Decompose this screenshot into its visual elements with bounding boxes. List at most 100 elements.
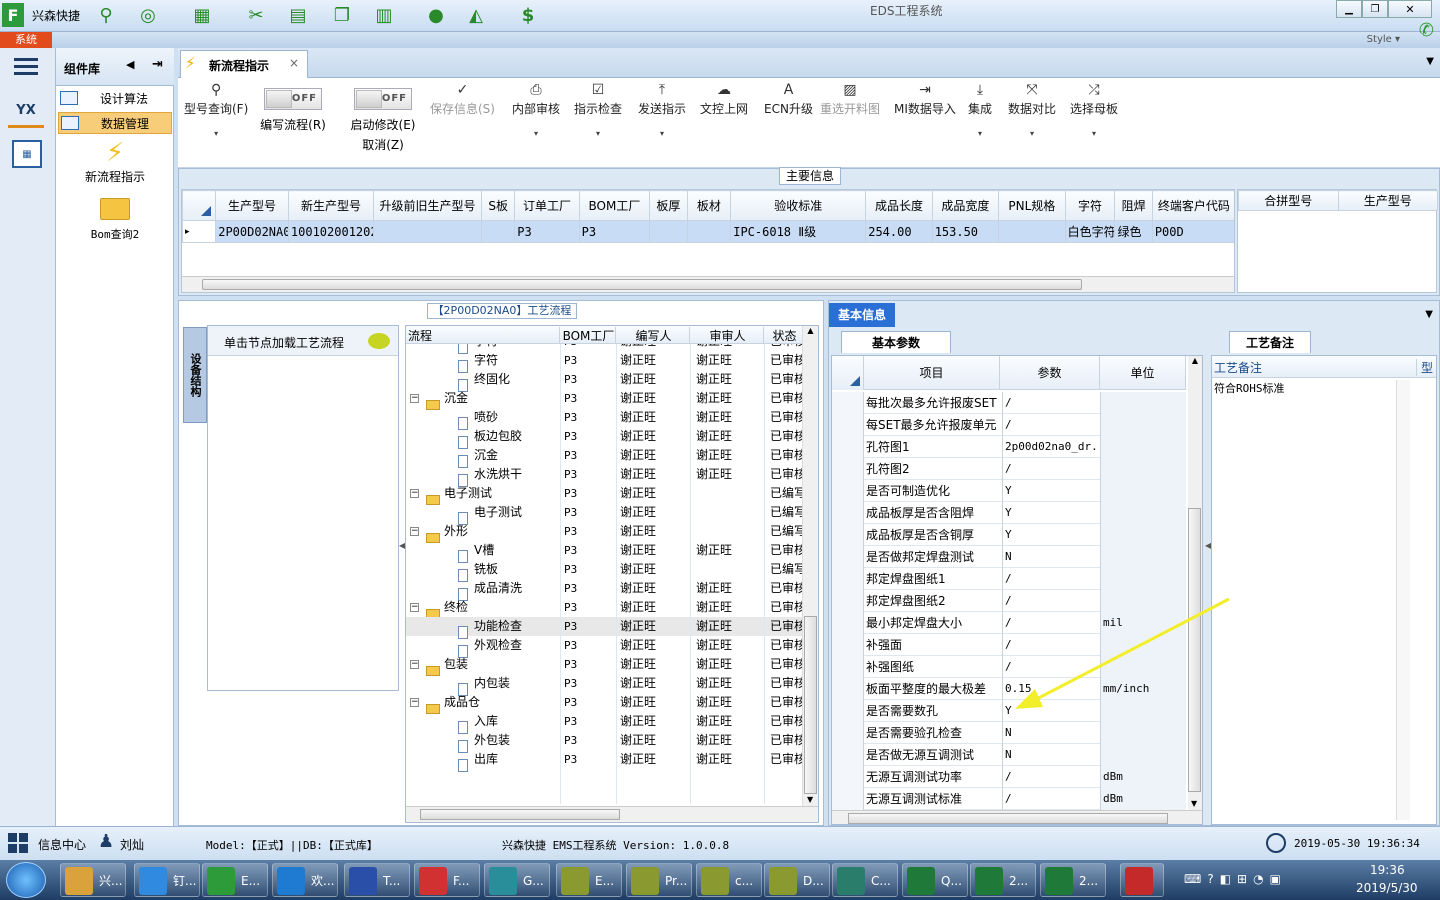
col-3[interactable]: 审审人 [692, 327, 764, 344]
tab-close-icon[interactable]: × [289, 56, 299, 70]
collapse-icon[interactable]: − [410, 660, 419, 669]
param-row[interactable]: 每批次最多允许报废SET / [832, 392, 1186, 414]
hscroll-thumb[interactable] [202, 279, 1082, 290]
tree-row[interactable]: − 沉金 P3 谢正旺 谢正旺 已审核 [406, 389, 802, 410]
col-4[interactable]: 状态 [766, 327, 804, 344]
param-row[interactable]: 无源互调测试标准 / dBm [832, 788, 1186, 810]
toolbar-button-8[interactable]: ⇥ MI数据导入 [894, 82, 956, 117]
param-value[interactable]: Y [1002, 480, 1098, 502]
col-13[interactable]: 阻焊 [1114, 190, 1153, 221]
calendar-icon[interactable]: ▦ [12, 140, 42, 168]
param-row[interactable]: 无源互调测试功率 / dBm [832, 766, 1186, 788]
cell[interactable]: 白色字符 [1064, 220, 1116, 243]
taskbar-item[interactable]: E... [202, 863, 268, 897]
scroll-up-icon[interactable]: ▲ [803, 326, 818, 335]
toolbar-button-4[interactable]: ⤒ 发送指示 ▾ [638, 82, 686, 138]
toolbar-button-3[interactable]: ☑ 指示检查 ▾ [574, 82, 622, 138]
phone-icon[interactable]: ✆ [1419, 20, 1434, 41]
toolbar-button-7[interactable]: ▨ 重选开料图 [820, 82, 880, 117]
param-row[interactable]: 是否做无源互调测试 N [832, 744, 1186, 766]
pin-icon[interactable]: ⇥ [152, 57, 163, 72]
minimize-button[interactable]: ▁ [1336, 0, 1362, 18]
col-0[interactable]: 流程 [408, 327, 560, 344]
tree-row[interactable]: 喷砂 P3 谢正旺 谢正旺 已审核 [406, 408, 802, 430]
col-2[interactable]: 编写人 [618, 327, 690, 344]
param-value[interactable]: / [1002, 458, 1098, 480]
taskbar-item[interactable]: F... [414, 863, 480, 897]
param-row[interactable]: 每SET最多允许报废单元 / [832, 414, 1186, 436]
taskbar-item[interactable]: 钉... [134, 863, 200, 897]
collapse-icon[interactable]: − [410, 394, 419, 403]
taskbar-item[interactable]: E... [556, 863, 622, 897]
windows-grid-icon[interactable] [8, 833, 28, 853]
scroll-down-icon[interactable]: ▼ [807, 795, 813, 804]
maximize-button[interactable]: ❐ [1362, 0, 1388, 18]
param-value[interactable]: / [1002, 414, 1098, 436]
craft-notes-tab[interactable]: 工艺备注 [1229, 331, 1311, 353]
system-tab[interactable]: 系统 [0, 32, 52, 48]
param-value[interactable]: N [1002, 546, 1098, 568]
toolbar-button-2[interactable]: ⎙ 内部审核 ▾ [512, 82, 560, 138]
param-value[interactable]: / [1002, 788, 1098, 810]
param-row[interactable]: 是否做邦定焊盘测试 N [832, 546, 1186, 568]
tree-row[interactable]: 字符 P3 谢正旺 谢正旺 已审核 [406, 344, 802, 354]
tree-row[interactable]: 铣板 P3 谢正旺 已编写 [406, 560, 802, 582]
col-2[interactable]: 单位 [1100, 356, 1186, 390]
taskbar-item[interactable]: C... [832, 863, 898, 897]
cell[interactable]: 254.00 [865, 220, 933, 243]
toolbar-button-6[interactable]: A ECN升级 [764, 82, 813, 117]
dropdown-arrow-icon[interactable]: ▾ [574, 129, 622, 138]
cell[interactable]: IPC-6018 Ⅱ级 [730, 220, 867, 243]
params-vscroll[interactable]: ▲ ▼ [1188, 356, 1202, 810]
info-center-link[interactable]: 信息中心 [38, 836, 86, 853]
table-row[interactable]: ▸2P00D02NA010010200120219 P3P3 IPC-6018 Ⅱ级… [182, 220, 1234, 243]
param-value[interactable]: N [1002, 744, 1098, 766]
toolbar-button-11[interactable]: ⤮ 选择母板 ▾ [1070, 82, 1118, 138]
taskbar-item[interactable]: Q... [902, 863, 968, 897]
tree-row[interactable]: 外观检查 P3 谢正旺 谢正旺 已审核 [406, 636, 802, 658]
dropdown-arrow-icon[interactable]: ▾ [1008, 129, 1056, 138]
param-row[interactable]: 孔符图2 / [832, 458, 1186, 480]
taskbar-item[interactable]: 兴... [60, 863, 126, 897]
col-prod-model[interactable]: 生产型号 [1337, 190, 1438, 211]
panel-item-data-mgmt[interactable]: 数据管理 [58, 112, 172, 134]
tree-row[interactable]: − 电子测试 P3 谢正旺 已编写 [406, 484, 802, 505]
start-button[interactable] [6, 862, 46, 898]
param-row[interactable]: 成品板厚是否含铜厚 Y [832, 524, 1186, 546]
col-3[interactable]: S板 [481, 190, 516, 221]
tree-row[interactable]: 沉金 P3 谢正旺 谢正旺 已审核 [406, 446, 802, 468]
tree-row[interactable]: − 外形 P3 谢正旺 已编写 [406, 522, 802, 543]
tree-row[interactable]: 入库 P3 谢正旺 谢正旺 已审核 [406, 712, 802, 734]
tile-bom-query[interactable]: Bom查询2 [58, 196, 172, 246]
cell[interactable] [373, 220, 483, 243]
tab-new-process[interactable]: ⚡ 新流程指示 × [180, 50, 308, 79]
param-value[interactable]: Y [1002, 524, 1098, 546]
col-12[interactable]: 字符 [1064, 190, 1116, 221]
param-value[interactable]: / [1002, 766, 1098, 788]
taskbar-item[interactable]: Pr... [626, 863, 692, 897]
col-1[interactable]: BOM工厂 [562, 327, 616, 344]
toggle-switch-1[interactable]: OFF [354, 88, 412, 110]
taskbar-item[interactable]: D... [764, 863, 830, 897]
process-vscroll[interactable]: ▲ ▼ [802, 326, 818, 806]
cell[interactable]: 绿色 [1114, 220, 1153, 243]
params-hscroll[interactable] [832, 810, 1202, 824]
taskbar-item[interactable] [1120, 863, 1164, 897]
cell[interactable] [649, 220, 688, 243]
copy-icon[interactable]: ❐ [330, 4, 354, 28]
col-7[interactable]: 板材 [686, 190, 732, 221]
dollar-icon[interactable]: $ [516, 4, 540, 28]
tree-row[interactable]: 电子测试 P3 谢正旺 已编写 [406, 503, 802, 525]
toolbar-button-1[interactable]: ✓ 保存信息(S) [430, 82, 495, 117]
col-combine-model[interactable]: 合拼型号 [1238, 190, 1339, 211]
grid-icon[interactable]: ▦ [190, 4, 214, 28]
tree-row[interactable]: 功能检查 P3 谢正旺 谢正旺 已审核 [406, 617, 802, 639]
tree-row[interactable]: − 终检 P3 谢正旺 谢正旺 已审核 [406, 598, 802, 619]
tree-row[interactable]: V槽 P3 谢正旺 谢正旺 已审核 [406, 541, 802, 563]
param-row[interactable]: 成品板厚是否含阻焊 Y [832, 502, 1186, 524]
style-menu[interactable]: Style ▾ [1367, 34, 1400, 45]
tree-row[interactable]: 终固化 P3 谢正旺 谢正旺 已审核 [406, 370, 802, 392]
tree-row[interactable]: 板边包胶 P3 谢正旺 谢正旺 已审核 [406, 427, 802, 449]
cell[interactable]: P3 [578, 220, 651, 243]
taskbar-item[interactable]: 欢... [272, 863, 338, 897]
